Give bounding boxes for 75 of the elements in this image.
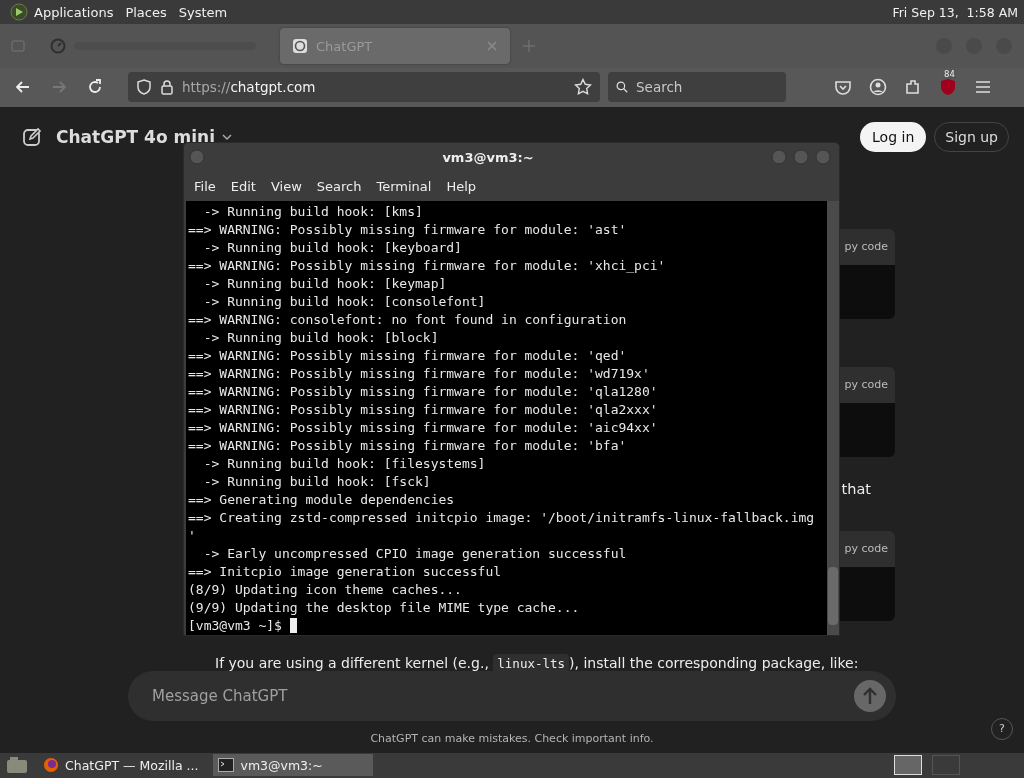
terminal-line: (9/9) Updating the desktop file MIME type cache... bbox=[188, 599, 581, 617]
terminal-line: -> Running build hook: [consolefont] bbox=[202, 293, 487, 311]
message-text: If you are using a different kernel (e.g., linux-lts ), install the corresponding package, like: bbox=[215, 654, 860, 671]
window-menu-icon[interactable] bbox=[189, 149, 205, 165]
terminal-line: (8/9) Updating icon theme caches... bbox=[188, 581, 463, 599]
clock: Fri Sep 13, 1:58 AM bbox=[892, 4, 1018, 20]
search-input[interactable]: Search bbox=[634, 78, 778, 97]
close-icon[interactable] bbox=[486, 40, 498, 53]
new-tab-icon[interactable] bbox=[522, 39, 536, 54]
terminal-line: ==> WARNING: Possibly missing firmware for module: 'xhci_pci' bbox=[188, 257, 667, 275]
terminal-line: ==> WARNING: Possibly missing firmware for module: 'qla2xxx' bbox=[188, 401, 659, 419]
show-desktop-icon[interactable] bbox=[6, 756, 28, 775]
login-button[interactable]: Log in bbox=[860, 121, 927, 152]
terminal-line: -> Running build hook: [filesystems] bbox=[202, 455, 487, 473]
terminal-line: ==> WARNING: Possibly missing firmware for module: 'bfa' bbox=[188, 437, 628, 455]
disclaimer-text: ChatGPT can make mistakes. Check important info. bbox=[370, 731, 654, 745]
terminal-line: -> Running build hook: [keyboard] bbox=[202, 239, 463, 257]
badge: 84 bbox=[943, 69, 956, 80]
window-title: vm3@vm3:~ bbox=[441, 149, 535, 165]
menu-item[interactable]: File bbox=[188, 178, 225, 194]
workspace-switcher[interactable] bbox=[932, 755, 960, 776]
terminal-line: ==> WARNING: Possibly missing firmware for module: 'qed' bbox=[188, 347, 628, 365]
star-icon[interactable] bbox=[574, 78, 592, 97]
terminal-line: ==> WARNING: consolefont: no font found in configuration bbox=[188, 311, 628, 329]
terminal-icon bbox=[218, 758, 235, 773]
terminal-prompt: [vm3@vm3 ~]$ bbox=[188, 618, 283, 633]
text-cursor bbox=[289, 618, 297, 633]
menu-item[interactable]: View bbox=[264, 178, 311, 194]
account-icon[interactable] bbox=[869, 78, 887, 97]
copy-code-button[interactable]: py code bbox=[844, 240, 888, 254]
panel-menu[interactable]: System bbox=[178, 4, 228, 20]
taskbar-button[interactable]: ChatGPT — Mozilla ... bbox=[38, 754, 204, 777]
terminal-line: -> Running build hook: [keymap] bbox=[202, 275, 448, 293]
terminal-line: -> Running build hook: [kms] bbox=[202, 203, 424, 221]
menu-item[interactable]: Edit bbox=[224, 178, 265, 194]
terminal-line: ==> Generating module dependencies bbox=[188, 491, 456, 509]
scrollbar[interactable] bbox=[827, 201, 839, 635]
terminal-line: -> Running build hook: [fsck] bbox=[202, 473, 432, 491]
window-control-icon[interactable] bbox=[793, 149, 809, 165]
pocket-icon[interactable] bbox=[834, 78, 852, 97]
message-composer[interactable]: Message ChatGPT bbox=[128, 670, 896, 721]
url-text: https://chatgpt.com bbox=[182, 79, 316, 96]
shield-icon[interactable] bbox=[136, 79, 152, 96]
menu-item[interactable]: Search bbox=[310, 178, 371, 194]
terminal-line: ' bbox=[188, 527, 197, 545]
terminal-line: ==> WARNING: Possibly missing firmware for module: 'ast' bbox=[188, 221, 628, 239]
new-chat-icon[interactable] bbox=[22, 126, 42, 147]
terminal-line: -> Running build hook: [block] bbox=[202, 329, 440, 347]
lock-icon[interactable] bbox=[160, 79, 174, 96]
scrollbar-thumb[interactable] bbox=[828, 567, 838, 625]
taskbar-button[interactable]: vm3@vm3:~ bbox=[213, 754, 374, 777]
terminal-line: ==> WARNING: Possibly missing firmware for module: 'qla1280' bbox=[188, 383, 659, 401]
panel-menu[interactable]: Places bbox=[125, 4, 167, 20]
copy-code-button[interactable]: py code bbox=[844, 378, 888, 392]
copy-code-button[interactable]: py code bbox=[844, 542, 888, 556]
menu-item[interactable]: Help bbox=[440, 178, 486, 194]
message-text: that bbox=[841, 480, 871, 497]
chatgpt-logo-icon bbox=[292, 38, 308, 55]
terminal-line: ==> Creating zstd-compressed initcpio image: '/boot/initramfs-linux-fallback.img bbox=[188, 509, 816, 527]
send-button-icon[interactable] bbox=[854, 679, 886, 712]
puzzle-icon[interactable] bbox=[904, 78, 922, 97]
app-logo-icon[interactable] bbox=[10, 3, 28, 22]
gauge-icon bbox=[50, 38, 66, 55]
search-field[interactable]: Search bbox=[608, 72, 786, 103]
menu-item[interactable]: Terminal bbox=[370, 178, 441, 194]
window-control-icon[interactable] bbox=[815, 149, 831, 165]
terminal-line: ==> Initcpio image generation successful bbox=[188, 563, 503, 581]
panel-menu[interactable]: Applications bbox=[34, 4, 114, 20]
terminal-line: -> Early uncompressed CPIO image generation successful bbox=[202, 545, 628, 563]
terminal-line: ==> WARNING: Possibly missing firmware for module: 'wd719x' bbox=[188, 365, 651, 383]
window-control-icon[interactable] bbox=[771, 149, 787, 165]
address-field[interactable]: https://chatgpt.com bbox=[128, 72, 600, 103]
message-input[interactable]: Message ChatGPT bbox=[150, 685, 854, 706]
terminal-line: ==> WARNING: Possibly missing firmware for module: 'aic94xx' bbox=[188, 419, 659, 437]
firefox-icon bbox=[43, 757, 59, 774]
